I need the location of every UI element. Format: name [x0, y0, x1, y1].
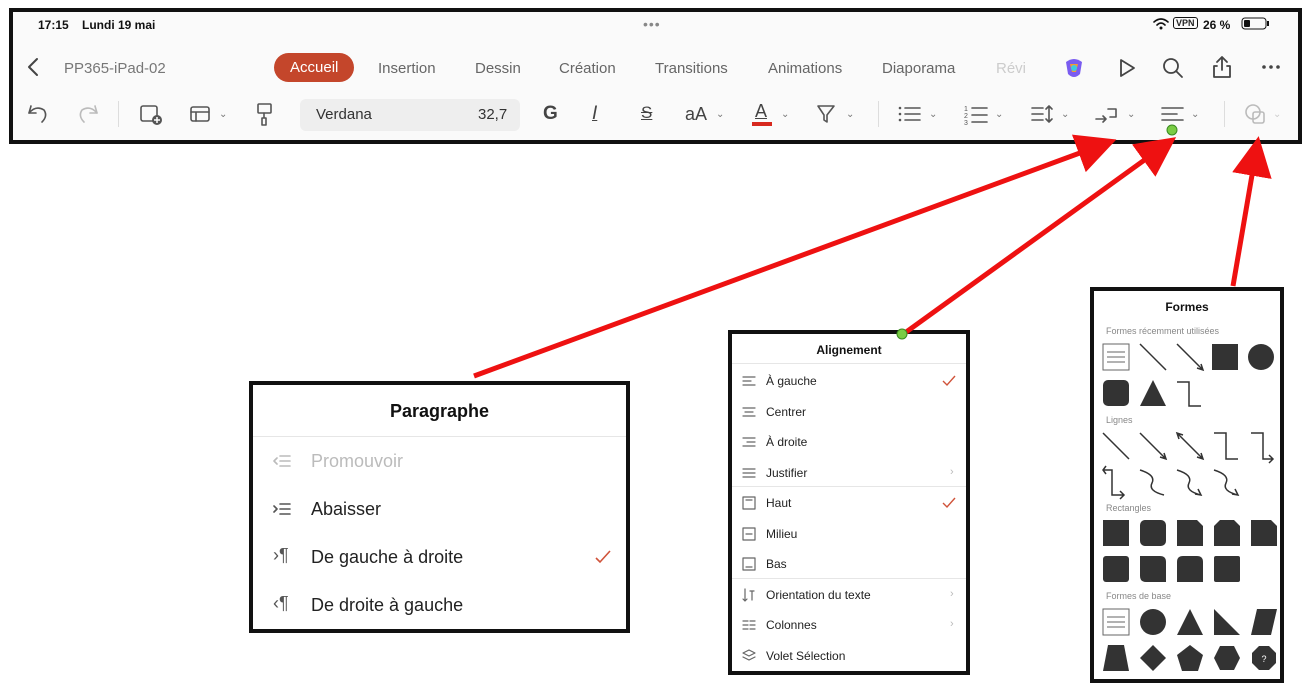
arrow-to-paragraph-button — [473, 134, 1117, 379]
anchor-dot — [1166, 124, 1178, 136]
anchor-dot — [896, 328, 908, 340]
arrow-to-shapes-button — [1230, 136, 1272, 287]
annotation-arrows — [473, 124, 1272, 379]
